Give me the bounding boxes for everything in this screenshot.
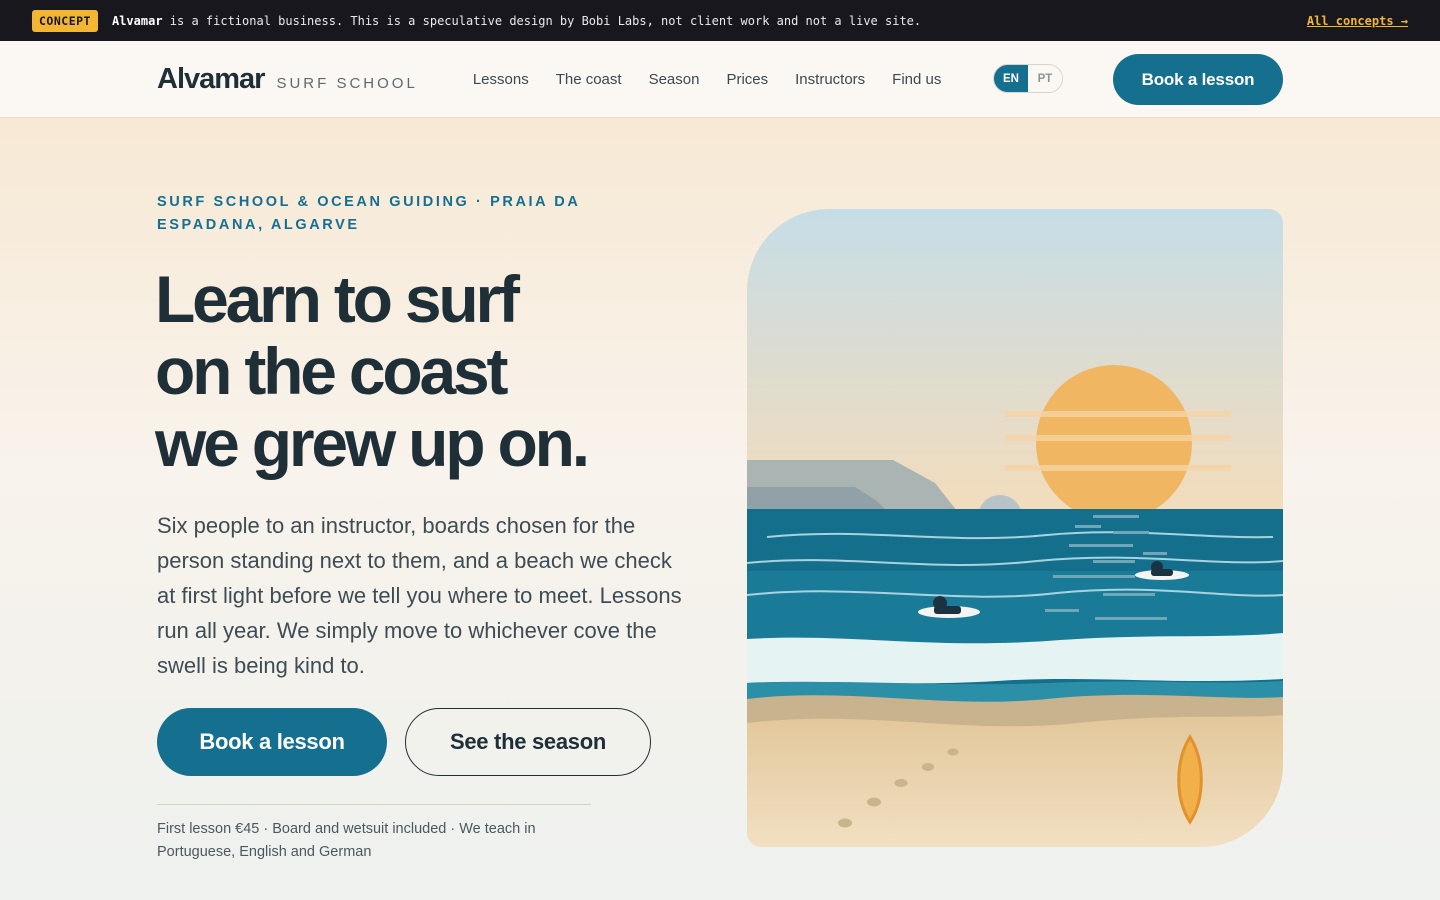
glint (1143, 552, 1167, 555)
nav-instructors[interactable]: Instructors (795, 71, 865, 88)
surfer-body (1151, 569, 1173, 576)
concept-disclaimer-text: is a fictional business. This is a specu… (162, 13, 922, 28)
sun-stripe (1005, 435, 1231, 441)
site-header: Alvamar SURF SCHOOL Lessons The coast Se… (0, 41, 1440, 118)
illustration-svg (747, 209, 1283, 847)
language-toggle: EN PT (993, 64, 1063, 93)
surfer-body (934, 606, 961, 614)
footprint (867, 797, 881, 807)
headline-line: we grew up on. (155, 406, 590, 480)
beach-sunset-illustration (747, 209, 1283, 847)
glint (1113, 531, 1149, 534)
sun-stripe (1005, 411, 1231, 417)
logo-name: Alvamar (157, 62, 265, 95)
glint (1069, 544, 1133, 547)
glint (1103, 593, 1155, 596)
all-concepts-link[interactable]: All concepts → (1307, 14, 1408, 28)
concept-badge: CONCEPT (32, 9, 98, 32)
hero-book-lesson-button[interactable]: Book a lesson (157, 708, 387, 776)
concept-banner: CONCEPT Alvamar is a fictional business.… (0, 0, 1440, 41)
concept-disclaimer: Alvamar is a fictional business. This is… (112, 14, 921, 28)
glint (1093, 560, 1135, 563)
hero-lead: Six people to an instructor, boards chos… (157, 513, 682, 678)
logo-subtitle: SURF SCHOOL (276, 74, 418, 92)
hero-headline: Learn to surf on the coast we grew up on… (155, 263, 695, 479)
glint (1093, 515, 1139, 518)
header-book-lesson-button[interactable]: Book a lesson (1113, 54, 1283, 105)
glint (1095, 617, 1167, 620)
nav-the-coast[interactable]: The coast (556, 71, 622, 88)
divider (157, 804, 591, 805)
nav-lessons[interactable]: Lessons (473, 71, 529, 88)
headline-line: on the coast (155, 334, 509, 408)
logo[interactable]: Alvamar SURF SCHOOL (157, 63, 418, 96)
footprint (894, 779, 908, 787)
headline-line: Learn to surf (155, 262, 520, 336)
footprint (947, 748, 959, 756)
footprint (922, 763, 934, 771)
hero-footnote: First lesson €45 · Board and wetsuit inc… (157, 821, 536, 860)
sun (1036, 365, 1192, 521)
language-en[interactable]: EN (994, 65, 1028, 92)
glint (1045, 609, 1079, 612)
nav-season[interactable]: Season (649, 71, 700, 88)
footprint (838, 818, 852, 828)
glint (1075, 525, 1101, 528)
nav-prices[interactable]: Prices (726, 71, 768, 88)
nav-find-us[interactable]: Find us (892, 71, 941, 88)
language-pt[interactable]: PT (1028, 65, 1062, 92)
hero-section: SURF SCHOOL & OCEAN GUIDING · PRAIA DA E… (0, 118, 1440, 900)
sun-stripe (1005, 465, 1231, 471)
hero-eyebrow: SURF SCHOOL & OCEAN GUIDING · PRAIA DA E… (157, 194, 580, 233)
main-nav: Lessons The coast Season Prices Instruct… (473, 71, 942, 88)
see-season-button[interactable]: See the season (405, 708, 651, 776)
concept-brand: Alvamar (111, 13, 163, 28)
glint (1053, 575, 1135, 578)
